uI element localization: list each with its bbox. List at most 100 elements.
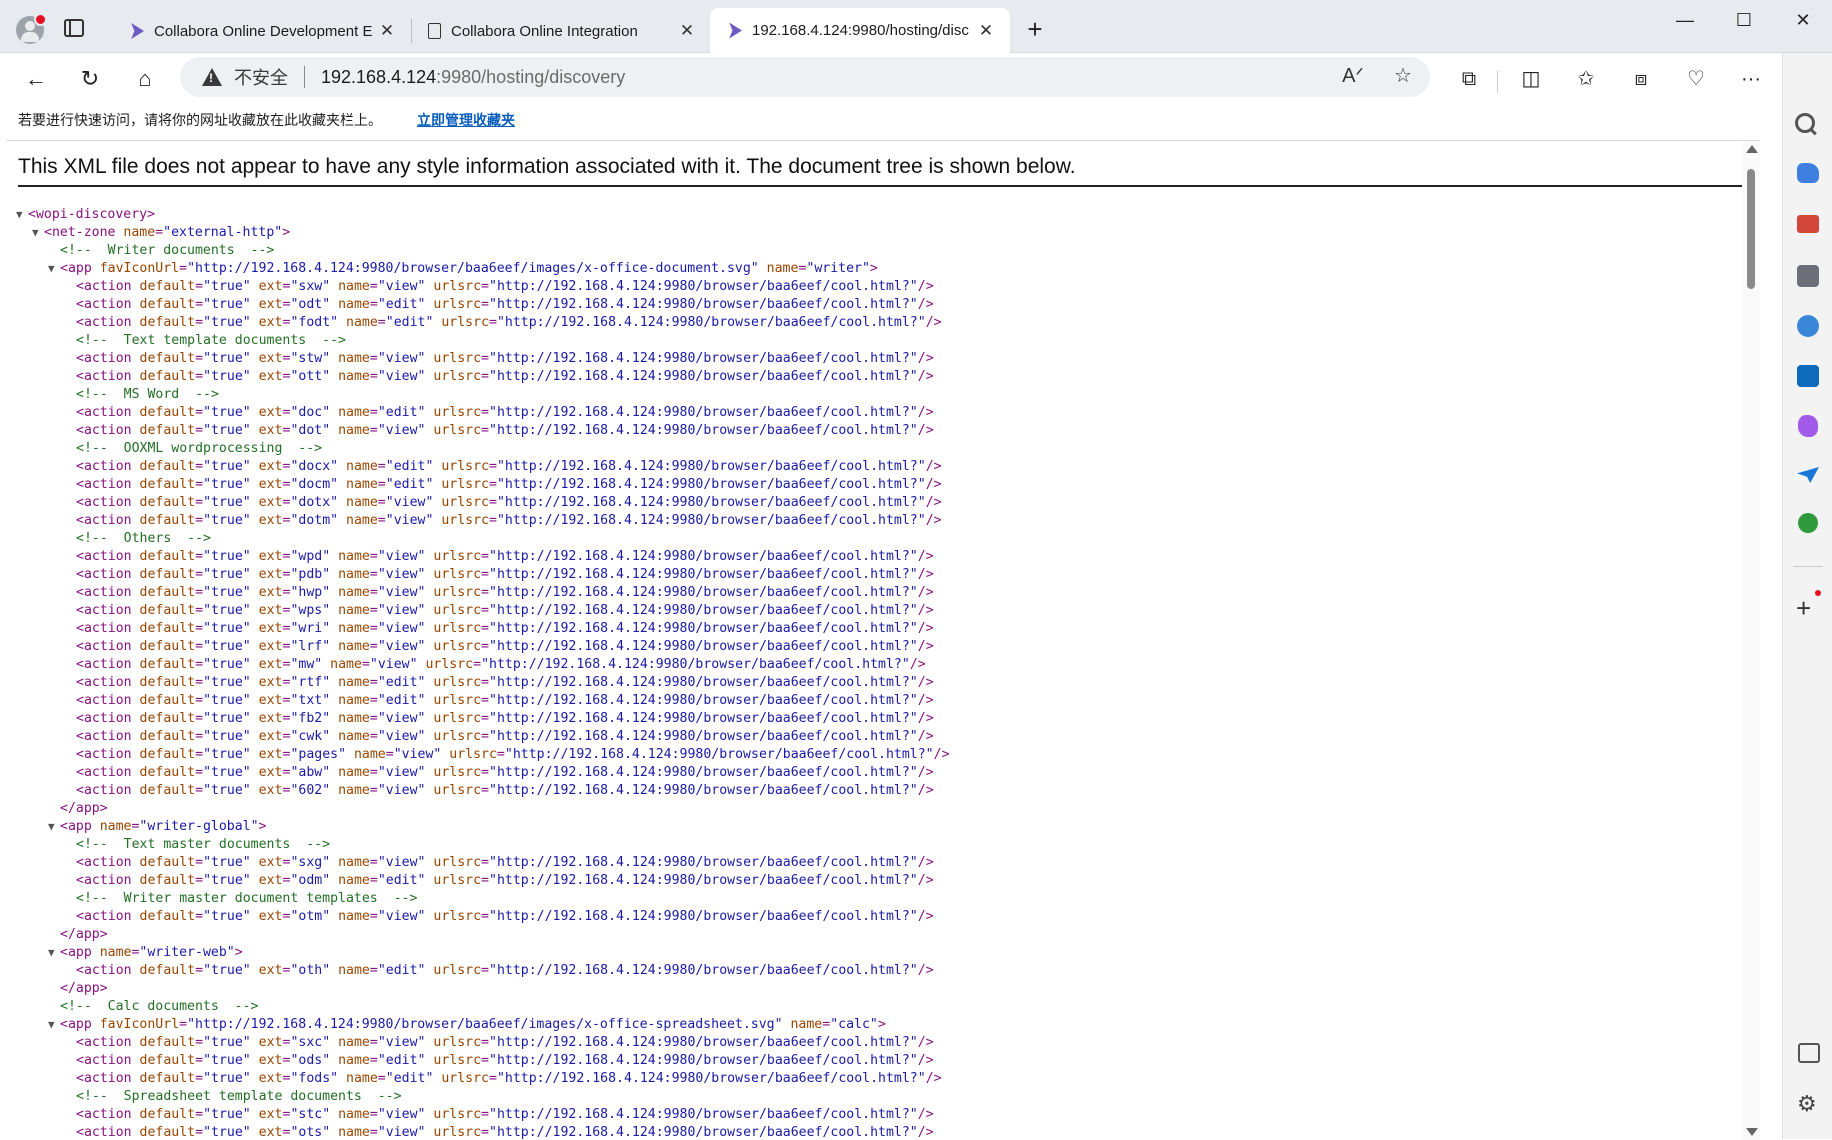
tools-briefcase-icon[interactable] [1797, 215, 1819, 233]
tab-discovery[interactable]: 192.168.4.124:9980/hosting/disc ✕ [710, 8, 1010, 53]
xml-attr-value: "edit" [385, 315, 434, 330]
refresh-button[interactable]: ↻ [74, 63, 106, 95]
home-button[interactable]: ⌂ [129, 63, 161, 95]
xml-attr-value: "writer-web" [139, 945, 235, 960]
browser-essentials-icon[interactable]: ♡ [1679, 63, 1713, 95]
xml-tag: <action [76, 315, 140, 330]
send-icon[interactable] [1797, 467, 1819, 483]
xml-attr-name: default [139, 783, 196, 798]
close-icon[interactable]: ✕ [974, 21, 998, 41]
xml-attr-value: "txt" [290, 693, 331, 708]
divider [1497, 71, 1498, 93]
manage-favorites-link[interactable]: 立即管理收藏夹 [417, 110, 515, 130]
back-button[interactable]: ← [20, 63, 52, 95]
more-menu-icon[interactable]: ··· [1734, 63, 1768, 95]
tab-collabora-dev[interactable]: Collabora Online Development E ✕ [112, 19, 412, 43]
security-label[interactable]: 不安全 [234, 64, 288, 90]
outlook-icon[interactable] [1797, 365, 1819, 387]
xml-tag: /> [925, 513, 942, 528]
xml-tag: = [822, 1017, 831, 1032]
new-tab-button[interactable]: + [1020, 14, 1050, 44]
vertical-scrollbar[interactable] [1742, 141, 1760, 1140]
scroll-down-arrow[interactable] [1746, 1128, 1758, 1136]
xml-attr-value: "writer-global" [139, 819, 259, 834]
read-aloud-icon[interactable]: Aᐟ [1338, 63, 1368, 88]
xml-attr-name: default [139, 351, 196, 366]
tab-strip: Collabora Online Development E ✕ Collabo… [0, 0, 1832, 53]
split-screen-icon[interactable]: ◫ [1514, 63, 1548, 95]
xml-attr-name: urlsrc [433, 873, 482, 888]
settings-gear-icon[interactable]: ⚙ [1797, 1093, 1819, 1115]
screenshot-icon[interactable] [1798, 1043, 1820, 1063]
xml-attr-value: "true" [203, 783, 251, 798]
xml-attr-name: urlsrc [433, 549, 482, 564]
xml-attr-name: default [139, 1071, 196, 1086]
xml-tag: = [488, 495, 497, 510]
xml-attr-name: default [139, 909, 196, 924]
xml-attr-value: "fb2" [290, 711, 331, 726]
xml-tag: /> [925, 477, 942, 492]
xml-tag: <action [76, 747, 140, 762]
designer-icon[interactable] [1798, 415, 1818, 437]
tab-actions-icon[interactable] [64, 19, 84, 37]
xml-attr-value: "calc" [830, 1017, 878, 1032]
xml-attr-name: name [338, 639, 370, 654]
maximize-button[interactable]: ☐ [1719, 8, 1769, 32]
xml-attr-name: ext [258, 1107, 283, 1122]
xml-attr-value: "http://192.168.4.124:9980/browser/baa6e… [489, 351, 918, 366]
close-window-button[interactable]: ✕ [1778, 8, 1828, 32]
xml-attr-name: name [338, 351, 370, 366]
add-sidebar-app-icon[interactable]: + [1796, 593, 1811, 624]
minimize-button[interactable]: — [1660, 8, 1710, 32]
xml-line: <action default="true" ext="oth" name="e… [16, 962, 1746, 980]
collapse-toggle-icon[interactable]: ▼ [48, 1016, 60, 1034]
xml-attr-value: "http://192.168.4.124:9980/browser/baa6e… [489, 405, 918, 420]
xml-line: <action default="true" ext="wps" name="v… [16, 602, 1746, 620]
collections-icon[interactable]: ⧈ [1624, 63, 1658, 95]
xml-attr-name: default [139, 747, 196, 762]
xml-attr-name: default [139, 765, 196, 780]
xml-attr-value: "edit" [377, 405, 426, 420]
xml-tag: /> [933, 747, 950, 762]
xml-attr-name: default [139, 855, 196, 870]
tree-icon[interactable] [1798, 513, 1818, 533]
collapse-toggle-icon[interactable]: ▼ [48, 260, 60, 278]
scroll-thumb[interactable] [1747, 169, 1755, 289]
xml-tag: = [481, 765, 489, 780]
xml-tag: = [481, 873, 489, 888]
xml-attr-name: ext [258, 693, 283, 708]
close-icon[interactable]: ✕ [375, 21, 399, 41]
shopping-tag-icon[interactable] [1797, 163, 1819, 183]
favorites-icon[interactable]: ✩ [1569, 63, 1603, 95]
games-icon[interactable] [1797, 265, 1819, 287]
xml-tag: = [361, 657, 370, 672]
favorite-star-icon[interactable]: ☆ [1388, 63, 1418, 88]
collapse-toggle-icon[interactable]: ▼ [16, 206, 28, 224]
xml-line: ▼ <app favIconUrl="http://192.168.4.124:9… [16, 260, 1746, 278]
xml-attr-value: "true" [203, 369, 251, 384]
collapse-toggle-icon[interactable]: ▼ [48, 818, 60, 836]
xml-tag: = [481, 909, 489, 924]
extensions-icon[interactable]: ⧉ [1452, 63, 1486, 95]
collapse-toggle-icon[interactable]: ▼ [48, 944, 60, 962]
collapse-toggle-icon[interactable]: ▼ [32, 224, 44, 242]
xml-attr-value: "true" [203, 513, 251, 528]
scroll-up-arrow[interactable] [1746, 145, 1758, 153]
xml-tag: <action [76, 1107, 140, 1122]
xml-attr-value: "pdb" [290, 567, 331, 582]
tab-collabora-integration[interactable]: Collabora Online Integration ✕ [412, 19, 712, 43]
xml-tag [338, 459, 346, 474]
address-bar[interactable]: 不安全 192.168.4.124:9980/hosting/discovery… [180, 57, 1430, 97]
xml-line: <action default="true" ext="sxg" name="v… [16, 854, 1746, 872]
xml-attr-value: "true" [203, 675, 251, 690]
xml-tag: = [481, 603, 489, 618]
xml-tag: = [195, 711, 204, 726]
xml-attr-name: urlsrc [433, 765, 482, 780]
close-icon[interactable]: ✕ [675, 21, 699, 41]
xml-tag: = [195, 693, 204, 708]
xml-tag: = [195, 459, 204, 474]
microsoft-365-icon[interactable] [1797, 315, 1819, 337]
profile-avatar[interactable] [16, 13, 47, 44]
xml-tag: = [195, 279, 204, 294]
xml-tag [330, 279, 338, 294]
